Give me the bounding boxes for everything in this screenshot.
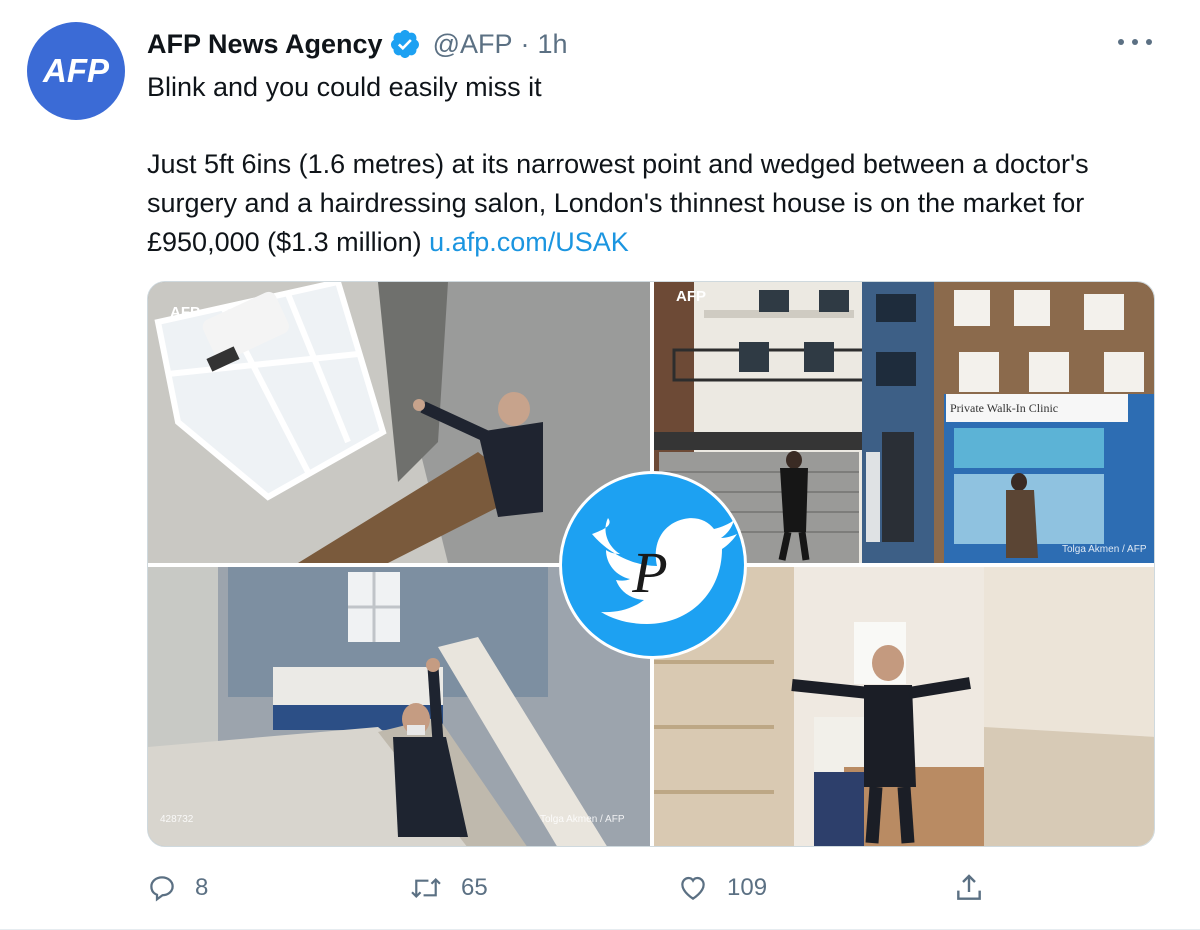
verified-badge-icon (390, 30, 419, 58)
share-icon (957, 874, 981, 900)
handle[interactable]: @AFP (433, 29, 513, 60)
photo3-corner-text: 428732 (160, 814, 194, 825)
photo2-watermark: AFP (676, 288, 706, 305)
tweet-link[interactable]: u.afp.com/USAK (429, 227, 629, 257)
tweet-text-line1: Blink and you could easily miss it (147, 72, 542, 102)
photo2-credit: Tolga Akmen / AFP (1062, 544, 1147, 555)
retweet-count: 65 (461, 874, 488, 901)
like-button[interactable]: 109 (677, 868, 767, 908)
reply-count: 8 (195, 874, 209, 901)
twitter-bird-drawing: P (592, 518, 737, 624)
retweet-button[interactable]: 65 (409, 868, 488, 908)
script-letter-mark: P (631, 540, 667, 605)
reply-icon (150, 876, 174, 902)
tweet-header: AFP News Agency @AFP · 1h (147, 26, 568, 62)
timestamp[interactable]: 1h (538, 29, 568, 60)
photo1-watermark: AFP (170, 304, 200, 321)
avatar-logo-text: AFP (43, 52, 109, 89)
action-bar: 8 65 109 (147, 868, 1047, 908)
reply-button[interactable]: 8 (147, 868, 208, 908)
separator-dot: · (520, 28, 530, 59)
tweet-text-body: Just 5ft 6ins (1.6 metres) at its narrow… (147, 145, 1157, 262)
more-options-icon[interactable] (1118, 30, 1152, 54)
retweet-icon (411, 877, 441, 899)
avatar[interactable]: AFP (27, 22, 125, 120)
heart-icon (681, 876, 705, 900)
twitter-bird-icon: P (559, 471, 747, 659)
clinic-sign-text: Private Walk-In Clinic (950, 401, 1059, 415)
tweet[interactable]: AFP AFP News Agency @AFP · 1h Blink and … (0, 0, 1200, 930)
share-button[interactable] (953, 868, 1003, 908)
display-name[interactable]: AFP News Agency (147, 29, 383, 60)
photo3-credit: Tolga Akmen / AFP (540, 814, 625, 825)
like-count: 109 (727, 874, 768, 901)
